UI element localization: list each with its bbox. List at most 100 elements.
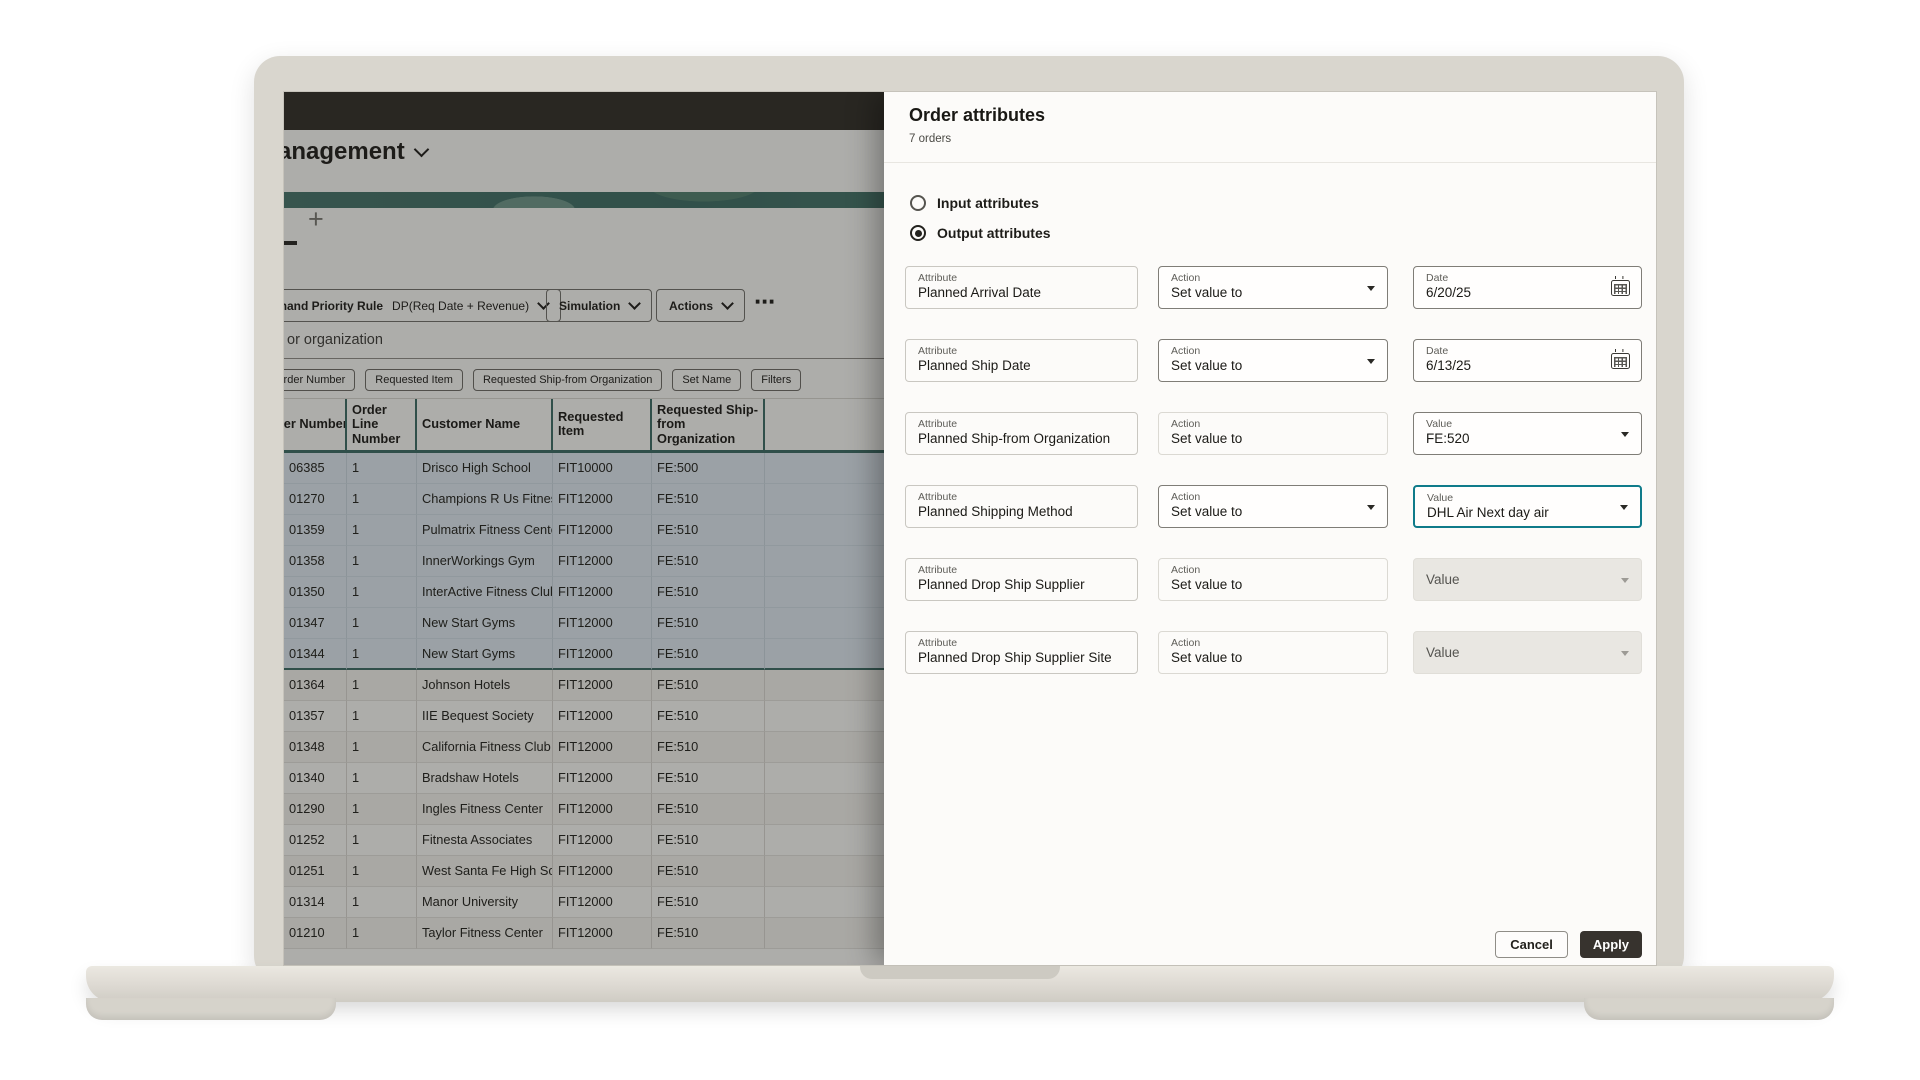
- attribute-field-planned-arrival-date[interactable]: AttributePlanned Arrival Date: [905, 266, 1138, 309]
- cell-line: 1: [347, 639, 417, 670]
- chevron-down-icon: [1621, 578, 1629, 583]
- cell-item: FIT12000: [553, 670, 652, 701]
- cell-org: FE:510: [652, 825, 765, 856]
- attribute-row-5: AttributePlanned Drop Ship Supplier Actio…: [884, 558, 1656, 601]
- cell-line: 1: [347, 670, 417, 701]
- cell-line: 1: [347, 515, 417, 546]
- cell-line: 1: [347, 794, 417, 825]
- filter-chip-set-name[interactable]: Set Name: [672, 369, 741, 391]
- field-label: Value: [1427, 492, 1628, 504]
- cell-org: FE:510: [652, 918, 765, 949]
- attribute-row-2: AttributePlanned Ship Date ActionSet valu…: [884, 339, 1656, 382]
- field-label: Action: [1171, 272, 1375, 284]
- cell-order: 01290: [284, 794, 347, 825]
- value-field-planned-ship-date[interactable]: Date6/13/25: [1413, 339, 1642, 382]
- cell-item: FIT12000: [553, 732, 652, 763]
- value-field-planned-drop-ship-supplier: Value: [1413, 558, 1642, 601]
- cell-org: FE:510: [652, 732, 765, 763]
- attribute-field-planned-ship-from-organization[interactable]: AttributePlanned Ship-from Organization: [905, 412, 1138, 455]
- field-label: Value: [1426, 572, 1460, 588]
- simulation-dropdown[interactable]: Simulation: [546, 289, 652, 322]
- cell-item: FIT12000: [553, 825, 652, 856]
- overflow-menu-button[interactable]: ⋯: [754, 290, 776, 315]
- cell-item: FIT12000: [553, 794, 652, 825]
- value-field-planned-arrival-date[interactable]: Date6/20/25: [1413, 266, 1642, 309]
- action-field-planned-ship-date[interactable]: ActionSet value to: [1158, 339, 1388, 382]
- cell-item: FIT12000: [553, 608, 652, 639]
- radio-label: Input attributes: [937, 195, 1039, 211]
- radio-input-attributes[interactable]: Input attributes: [884, 188, 1656, 218]
- action-field-planned-arrival-date[interactable]: ActionSet value to: [1158, 266, 1388, 309]
- app-screen: Management + Demand Priority Rule DP(Req…: [284, 92, 1656, 965]
- field-label: Attribute: [918, 637, 1125, 649]
- cell-order: 01344: [284, 639, 347, 670]
- attribute-field-planned-ship-date[interactable]: AttributePlanned Ship Date: [905, 339, 1138, 382]
- attribute-row-1: AttributePlanned Arrival Date ActionSet v…: [884, 266, 1656, 309]
- cell-order: 01347: [284, 608, 347, 639]
- cell-customer: Johnson Hotels: [417, 670, 553, 701]
- filter-chip-requested-item[interactable]: Requested Item: [365, 369, 463, 391]
- workarea-title[interactable]: Management: [284, 138, 427, 166]
- filter-chip-requested-ship-from-organization[interactable]: Requested Ship-from Organization: [473, 369, 662, 391]
- field-label: Attribute: [918, 564, 1125, 576]
- cancel-button[interactable]: Cancel: [1495, 931, 1568, 958]
- active-tab-indicator: [284, 241, 297, 245]
- filter-chip-filters[interactable]: Filters: [751, 369, 801, 391]
- actions-dropdown[interactable]: Actions: [656, 289, 745, 322]
- radio-label: Output attributes: [937, 225, 1051, 241]
- cell-line: 1: [347, 577, 417, 608]
- demand-priority-rule-dropdown[interactable]: Demand Priority Rule DP(Req Date + Reven…: [284, 289, 561, 322]
- cell-order: 01350: [284, 577, 347, 608]
- cell-customer: Drisco High School: [417, 453, 553, 484]
- column-header-customer-name[interactable]: Customer Name: [417, 399, 553, 450]
- field-value: FE:520: [1426, 431, 1629, 448]
- cell-item: FIT12000: [553, 763, 652, 794]
- column-header-order-number[interactable]: Order Number: [284, 399, 347, 450]
- laptop-foot-left: [86, 998, 336, 1020]
- attribute-field-rows: AttributePlanned Arrival DateActionSet v…: [884, 266, 1656, 704]
- column-header-requested-ship-from-organization[interactable]: Requested Ship-from Organization: [652, 399, 765, 450]
- add-tab-button[interactable]: +: [308, 204, 324, 235]
- attribute-field-planned-shipping-method[interactable]: AttributePlanned Shipping Method: [905, 485, 1138, 528]
- value-field-planned-shipping-method[interactable]: ValueDHL Air Next day air: [1413, 485, 1642, 528]
- search-input-text: or organization: [287, 332, 383, 348]
- radio-group: Input attributes Output attributes: [884, 188, 1656, 248]
- cell-line: 1: [347, 701, 417, 732]
- attribute-row-6: AttributePlanned Drop Ship Supplier Site…: [884, 631, 1656, 674]
- radio-output-attributes[interactable]: Output attributes: [884, 218, 1656, 248]
- field-value: Set value to: [1171, 504, 1375, 521]
- action-field-planned-shipping-method[interactable]: ActionSet value to: [1158, 485, 1388, 528]
- cell-order: 01357: [284, 701, 347, 732]
- cell-order: 01340: [284, 763, 347, 794]
- filter-chip-order-number[interactable]: Order Number: [284, 369, 355, 391]
- cell-org: FE:510: [652, 639, 765, 670]
- cell-customer: Bradshaw Hotels: [417, 763, 553, 794]
- calendar-icon[interactable]: [1611, 280, 1630, 296]
- radio-unselected-icon: [910, 195, 926, 211]
- chevron-down-icon: [1620, 505, 1628, 510]
- attribute-field-planned-drop-ship-supplier[interactable]: AttributePlanned Drop Ship Supplier: [905, 558, 1138, 601]
- cell-item: FIT12000: [553, 701, 652, 732]
- cell-org: FE:510: [652, 546, 765, 577]
- cell-order: 01252: [284, 825, 347, 856]
- cell-org: FE:510: [652, 887, 765, 918]
- chevron-down-icon: [1367, 359, 1375, 364]
- cell-customer: IIE Bequest Society: [417, 701, 553, 732]
- cell-item: FIT12000: [553, 918, 652, 949]
- column-header-requested-item[interactable]: Requested Item: [553, 399, 652, 450]
- cell-customer: InterActive Fitness Club: [417, 577, 553, 608]
- cell-order: 01270: [284, 484, 347, 515]
- cell-order: 06385: [284, 453, 347, 484]
- apply-button[interactable]: Apply: [1580, 931, 1642, 958]
- calendar-icon[interactable]: [1611, 353, 1630, 369]
- laptop-base: [86, 966, 1834, 1002]
- actions-label: Actions: [669, 299, 713, 313]
- field-label: Date: [1426, 345, 1629, 357]
- value-field-planned-ship-from-organization[interactable]: ValueFE:520: [1413, 412, 1642, 455]
- action-field-planned-drop-ship-supplier: ActionSet value to: [1158, 558, 1388, 601]
- cell-item: FIT12000: [553, 887, 652, 918]
- chevron-down-icon: [628, 297, 641, 310]
- column-header-order-line-number[interactable]: Order Line Number: [347, 399, 417, 450]
- attribute-field-planned-drop-ship-supplier-site[interactable]: AttributePlanned Drop Ship Supplier Site: [905, 631, 1138, 674]
- cell-org: FE:510: [652, 701, 765, 732]
